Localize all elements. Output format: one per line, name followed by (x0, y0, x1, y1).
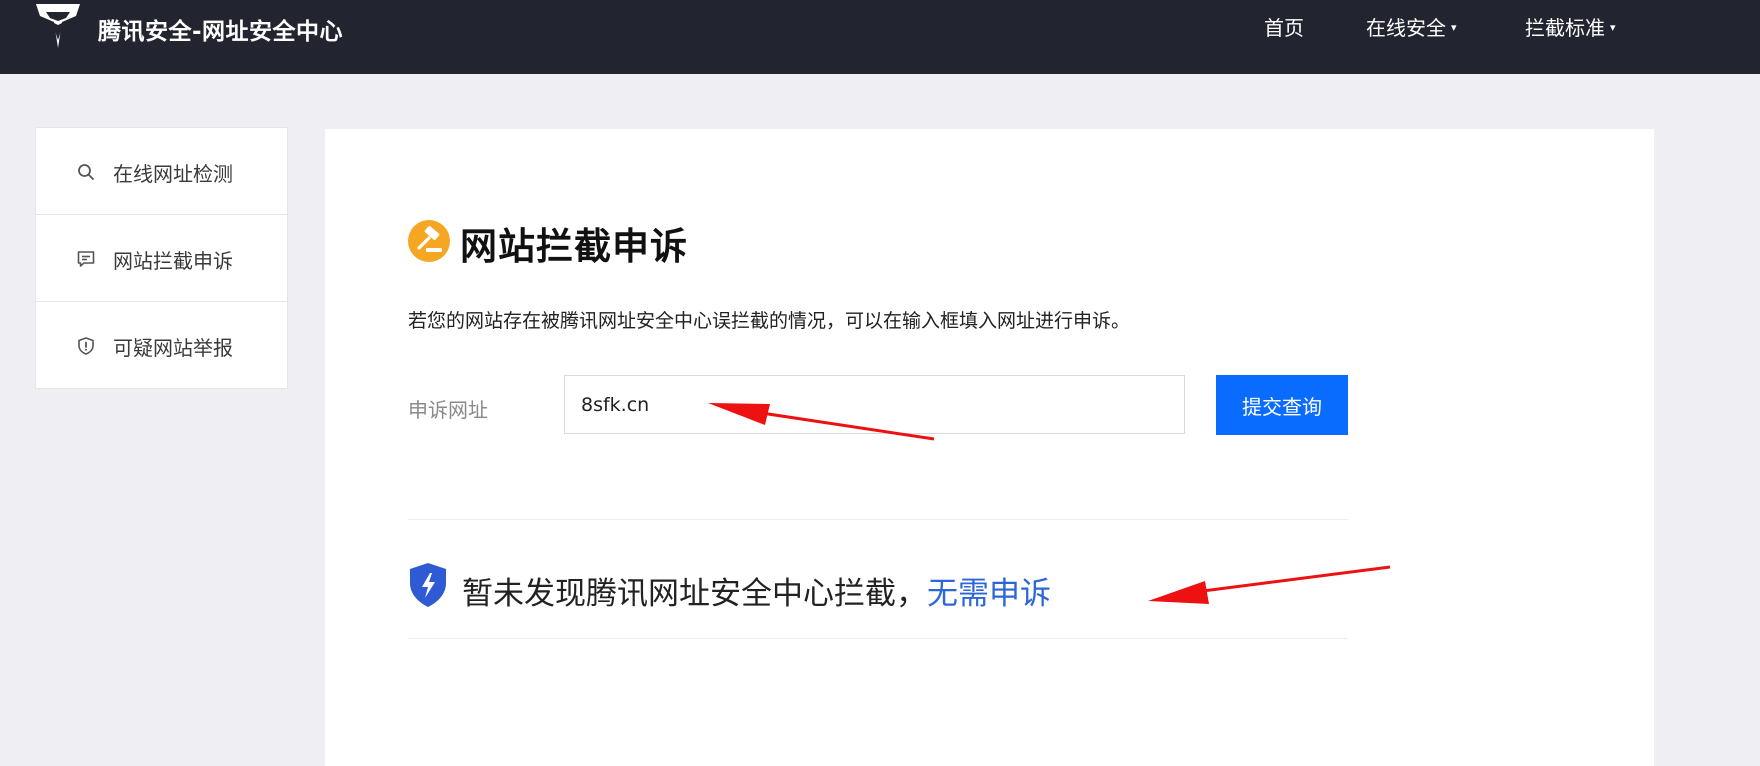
no-appeal-needed-link[interactable]: 无需申诉 (927, 576, 1051, 612)
page-description: 若您的网站存在被腾讯网址安全中心误拦截的情况，可以在输入框填入网址进行申诉。 (408, 310, 1131, 332)
sidebar-item-report[interactable]: 可疑网站举报 (36, 302, 287, 389)
sidebar: 在线网址检测 网站拦截申诉 可疑网站举报 (35, 127, 288, 389)
chat-icon (77, 251, 95, 267)
submit-query-button[interactable]: 提交查询 (1216, 375, 1348, 435)
chevron-down-icon: ▾ (1451, 21, 1457, 34)
page: 腾讯安全-网址安全中心 首页 在线安全 ▾ 拦截标准 ▾ 在线网址检测 网站拦截申诉 (0, 0, 1760, 766)
nav-item-label: 在线安全 (1366, 16, 1446, 40)
sidebar-item-label: 可疑网站举报 (113, 336, 233, 360)
nav-item-label: 首页 (1264, 16, 1304, 40)
brand-title[interactable]: 腾讯安全-网址安全中心 (98, 12, 343, 46)
sidebar-item-label: 网站拦截申诉 (113, 249, 233, 273)
nav-item-home[interactable]: 首页 (1264, 12, 1304, 41)
shield-bolt-icon (410, 563, 446, 607)
shield-alert-icon (78, 337, 94, 355)
sidebar-item-url-check[interactable]: 在线网址检测 (36, 128, 287, 215)
sidebar-item-label: 在线网址检测 (113, 162, 233, 186)
result-message: 暂未发现腾讯网址安全中心拦截，无需申诉 (462, 568, 1051, 613)
page-title: 网站拦截申诉 (460, 225, 688, 268)
chevron-down-icon: ▾ (1610, 21, 1616, 34)
top-navbar: 腾讯安全-网址安全中心 首页 在线安全 ▾ 拦截标准 ▾ (0, 0, 1760, 74)
sidebar-item-appeal[interactable]: 网站拦截申诉 (36, 215, 287, 302)
divider (408, 519, 1348, 520)
gavel-icon (408, 220, 450, 262)
appeal-url-label: 申诉网址 (408, 398, 488, 422)
tencent-security-logo-icon[interactable] (32, 0, 84, 52)
nav-item-block-standards[interactable]: 拦截标准 ▾ (1525, 12, 1616, 41)
search-icon (78, 164, 94, 180)
divider (408, 638, 1348, 639)
result-message-text: 暂未发现腾讯网址安全中心拦截， (462, 576, 927, 612)
nav-item-online-security[interactable]: 在线安全 ▾ (1366, 12, 1457, 41)
appeal-url-input[interactable] (564, 375, 1185, 434)
nav-item-label: 拦截标准 (1525, 16, 1605, 40)
